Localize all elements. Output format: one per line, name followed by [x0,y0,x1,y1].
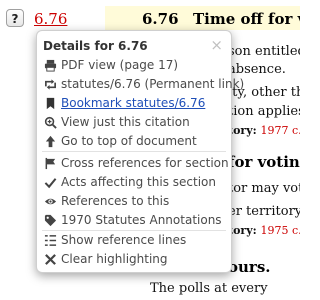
history-link[interactable]: 1975 c. 8 [261,224,300,237]
history-note: tory: 1977 c. 3 [228,124,300,137]
reference-lines-icon [44,234,57,247]
eye-icon [44,195,57,208]
menu-item-label: Bookmark statutes/6.76 [61,96,206,110]
menu-divider [42,151,226,152]
body-text-line: tor may vote [228,181,300,196]
tag-icon [44,214,57,227]
menu-item-label: Go to top of document [61,134,197,148]
popup-title: Details for 6.76 [43,39,148,53]
next-section-heading: for voting. [228,153,300,171]
flag-icon [44,157,57,170]
close-icon[interactable]: × [210,36,223,54]
menu-item-label: Show reference lines [61,233,187,247]
permanent-link-item[interactable]: statutes/6.76 (Permanent link) [44,75,244,93]
history-label: tory: [228,124,257,137]
acts-affecting-item[interactable]: Acts affecting this section [44,173,216,191]
menu-item-label: Acts affecting this section [61,175,216,189]
history-link[interactable]: 1977 c. 3 [261,124,300,137]
body-text-line: er territory v [228,204,300,219]
printer-icon [44,59,57,72]
pdf-view-item[interactable]: PDF view (page 17) [44,56,178,74]
section-link[interactable]: 6.76 [34,10,67,28]
menu-item-label: Clear highlighting [61,252,168,266]
show-reference-lines-item[interactable]: Show reference lines [44,231,186,249]
history-note: tory: 1975 c. 8 [228,224,300,237]
retweet-icon [44,78,57,91]
body-text-line: tion applies t [228,104,300,119]
section-number: 6.76 [142,10,179,28]
cross-references-item[interactable]: Cross references for section [44,154,229,172]
menu-item-label: statutes/6.76 (Permanent link) [61,77,245,91]
menu-item-label: PDF view (page 17) [61,58,179,72]
menu-item-label: 1970 Statutes Annotations [61,213,222,227]
arrow-up-icon [44,135,57,148]
menu-item-label: View just this citation [61,115,190,129]
bookmark-icon [44,97,57,110]
hours-heading: ours. [228,258,271,276]
details-popup: Details for 6.76 × PDF view (page 17) st… [36,30,244,273]
x-mark-icon [44,253,57,266]
help-button[interactable]: ? [6,9,24,27]
menu-item-label: Cross references for section [61,156,229,170]
body-text-line: son entitled t [228,44,300,59]
magnifier-plus-icon [44,116,57,129]
view-citation-item[interactable]: View just this citation [44,113,190,131]
annotations-item[interactable]: 1970 Statutes Annotations [44,211,222,229]
references-to-this-item[interactable]: References to this [44,192,169,210]
section-title: Time off for voting. [193,10,300,28]
clear-highlighting-item[interactable]: Clear highlighting [44,250,168,268]
bookmark-item[interactable]: Bookmark statutes/6.76 [44,94,205,112]
body-text-line: The polls at every [150,281,268,296]
menu-item-label: References to this [61,194,170,208]
history-label: tory: [228,224,257,237]
go-to-top-item[interactable]: Go to top of document [44,132,197,150]
check-icon [44,176,57,189]
